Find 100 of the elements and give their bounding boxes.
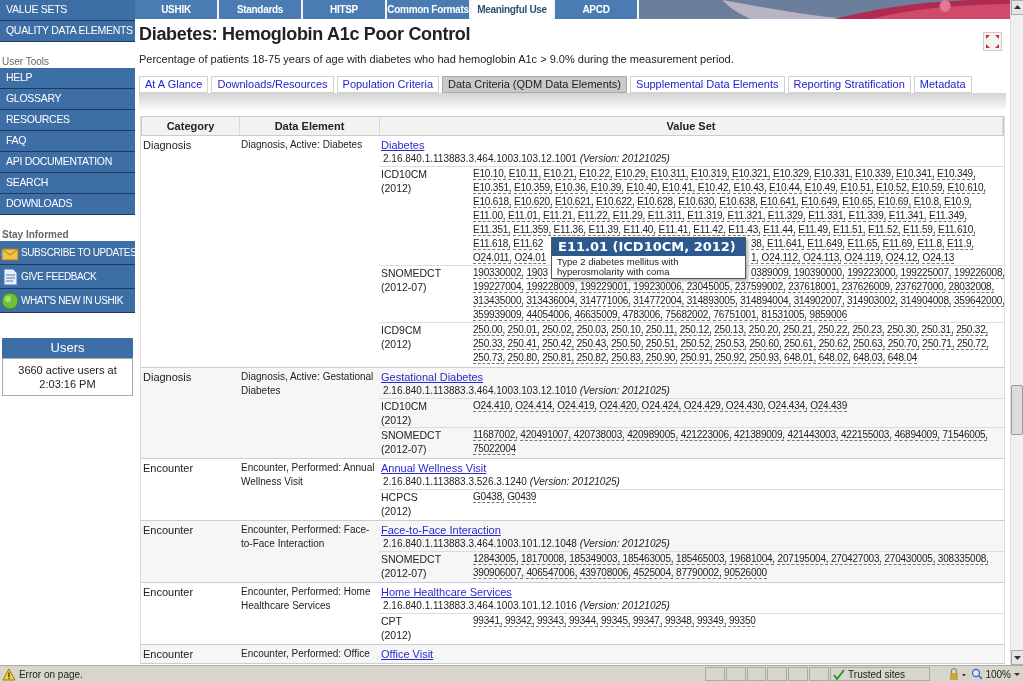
code-link[interactable]: E10.22, [579, 168, 613, 179]
code-link[interactable]: 237626009, [841, 281, 893, 292]
code-link[interactable]: 199230006, [633, 281, 685, 292]
code-link[interactable]: 314771006, [579, 295, 631, 306]
code-link[interactable]: 314902007, [793, 295, 845, 306]
code-link[interactable]: E10.69, [877, 196, 912, 207]
code-link[interactable]: E10.40, [626, 182, 660, 193]
code-link[interactable]: E11.351, [473, 224, 511, 235]
code-link[interactable]: 250.62, [818, 338, 851, 349]
code-link[interactable]: 99341, [473, 615, 503, 626]
value-set-link[interactable]: Gestational Diabetes [379, 370, 486, 384]
code-link[interactable]: 250.52, [680, 338, 713, 349]
code-link[interactable]: O24.119, [844, 252, 884, 263]
code-link[interactable]: E11.9, [946, 238, 974, 249]
code-link[interactable]: 250.50, [611, 338, 644, 349]
code-link[interactable]: E10.649, [801, 196, 840, 207]
code-link[interactable]: 4525004, [633, 567, 674, 578]
code-link[interactable]: O24.410, [473, 400, 513, 411]
scrollbar[interactable] [1010, 0, 1023, 665]
code-link[interactable]: 314904008, [900, 295, 952, 306]
code-link[interactable]: E11.01, [507, 210, 541, 221]
code-link[interactable]: E11.44, [763, 224, 796, 235]
code-link[interactable]: E10.329, [773, 168, 812, 179]
code-link[interactable]: 250.21, [783, 324, 816, 335]
code-link[interactable]: 237618001, [788, 281, 840, 292]
value-set-link[interactable]: Diabetes [379, 138, 427, 152]
code-link[interactable]: O24.430, [725, 400, 766, 411]
code-link[interactable]: 250.82, [576, 352, 609, 363]
code-link[interactable]: E10.8, [913, 196, 942, 207]
code-link[interactable]: 12843005, [473, 553, 519, 564]
code-link[interactable]: 9859006 [809, 309, 848, 320]
scroll-thumb[interactable] [1011, 385, 1023, 435]
code-link[interactable]: 199228009, [526, 281, 578, 292]
code-link[interactable]: 199226008, [954, 267, 1005, 278]
code-link[interactable]: 99347, [632, 615, 663, 626]
code-link[interactable]: 648.03, [853, 352, 886, 363]
code-link[interactable]: E11.36, [553, 224, 586, 235]
code-link[interactable]: 75022004 [473, 443, 516, 454]
code-link[interactable]: 421389009, [734, 429, 785, 440]
code-link[interactable]: E11.8, [917, 238, 945, 249]
code-link[interactable]: 359642000, [953, 295, 1005, 306]
code-link[interactable]: E10.628, [637, 196, 676, 207]
code-link[interactable]: E10.321, [731, 168, 771, 179]
code-link[interactable]: E10.9, [943, 196, 972, 207]
code-link[interactable]: 185349003, [569, 553, 620, 564]
code-link[interactable]: E11.21, [542, 210, 576, 221]
sidebar-link[interactable]: RESOURCES [0, 110, 135, 131]
code-link[interactable]: 185465003, [676, 553, 727, 564]
code-link[interactable]: E11.329, [767, 210, 806, 221]
code-link[interactable]: O24.01 [514, 252, 546, 263]
code-link[interactable]: E11.649, [807, 238, 845, 249]
nav-tab[interactable]: Meaningful Use [471, 0, 553, 19]
code-link[interactable]: 359939009, [473, 309, 524, 320]
code-link[interactable]: E10.43, [733, 182, 767, 193]
value-set-link[interactable]: Home Healthcare Services [379, 585, 514, 599]
code-link[interactable]: 250.12, [679, 324, 712, 335]
code-link[interactable]: 99343, [536, 615, 567, 626]
page-tab[interactable]: Metadata [913, 76, 972, 93]
code-link[interactable]: E11.00, [473, 210, 506, 221]
code-link[interactable]: 38, [751, 238, 765, 249]
code-link[interactable]: 421223006, [680, 429, 732, 440]
code-link[interactable]: 250.61, [784, 338, 817, 349]
code-link[interactable]: 250.01, [507, 324, 540, 335]
zoom-button[interactable]: 100% [969, 667, 1023, 681]
code-link[interactable]: E10.618, [473, 196, 512, 207]
code-link[interactable]: O24.419, [557, 400, 597, 411]
code-link[interactable]: 46635009, [574, 309, 620, 320]
code-link[interactable]: 99348, [664, 615, 695, 626]
code-link[interactable]: 250.03, [576, 324, 609, 335]
code-link[interactable]: 1, [751, 252, 759, 263]
code-link[interactable]: 207195004, [777, 553, 829, 564]
code-link[interactable]: E11.51, [833, 224, 866, 235]
nav-tab[interactable]: USHIK [135, 0, 217, 19]
scroll-down-button[interactable] [1011, 650, 1023, 665]
code-link[interactable]: 250.43, [576, 338, 609, 349]
code-link[interactable]: 190330002, [473, 267, 524, 278]
code-link[interactable]: 250.10, [611, 324, 644, 335]
code-link[interactable]: 185463005, [622, 553, 674, 564]
code-link[interactable]: E10.21, [543, 168, 577, 179]
code-link[interactable]: 250.20, [748, 324, 781, 335]
code-link[interactable]: E11.331, [808, 210, 846, 221]
code-link[interactable]: 439708006, [579, 567, 631, 578]
code-link[interactable]: 250.73, [473, 352, 505, 363]
code-link[interactable]: 44054006, [526, 309, 572, 320]
code-link[interactable]: 250.71, [922, 338, 955, 349]
code-link[interactable]: 250.00, [473, 324, 505, 335]
code-link[interactable]: E10.42, [697, 182, 731, 193]
code-link[interactable]: E11.311, [647, 210, 685, 221]
code-link[interactable]: 270427003, [831, 553, 882, 564]
code-link[interactable]: 250.91, [680, 352, 713, 363]
code-link[interactable]: E11.29, [612, 210, 646, 221]
code-link[interactable]: 250.41, [507, 338, 540, 349]
code-link[interactable]: 250.63, [853, 338, 886, 349]
code-link[interactable]: E10.36, [555, 182, 589, 193]
code-link[interactable]: 11687002, [473, 429, 518, 440]
code-link[interactable]: 420491007, [520, 429, 572, 440]
code-link[interactable]: 314772004, [633, 295, 685, 306]
code-link[interactable]: 421443003, [787, 429, 839, 440]
sidebar-link[interactable]: GLOSSARY [0, 89, 135, 110]
code-link[interactable]: 270430005, [884, 553, 936, 564]
